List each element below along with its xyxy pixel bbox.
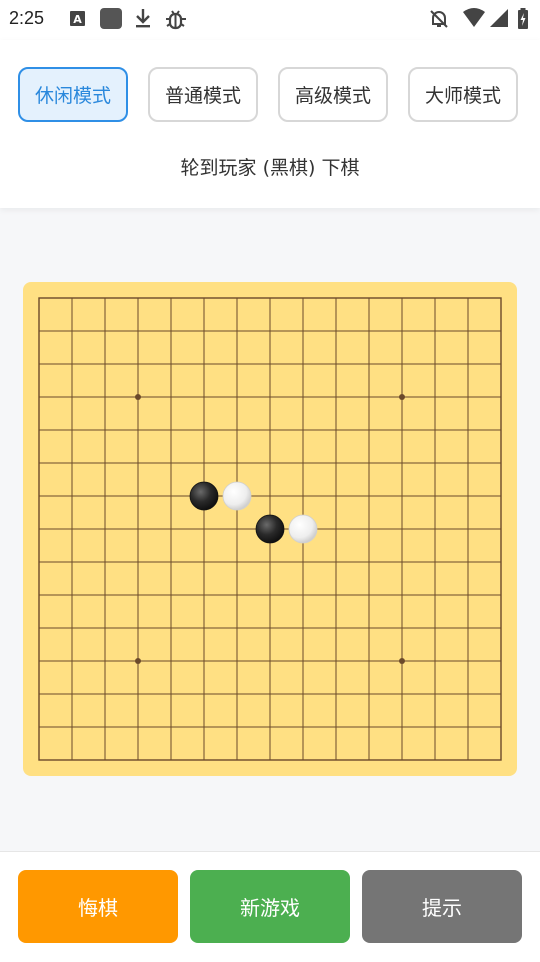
hint-button-label: 提示 (422, 896, 462, 920)
go-board[interactable] (23, 282, 517, 776)
black-stone (255, 514, 285, 544)
battery-icon (517, 8, 529, 34)
svg-text:A: A (73, 13, 82, 26)
new-game-button[interactable]: 新游戏 (190, 870, 350, 943)
white-stone (288, 514, 318, 544)
mode-button-normal[interactable]: 普通模式 (148, 67, 258, 122)
app-square-icon (99, 8, 123, 34)
bell-off-icon (428, 8, 450, 34)
undo-button[interactable]: 悔棋 (18, 870, 178, 943)
star-point (399, 394, 405, 400)
turn-indicator: 轮到玩家 (黑棋) 下棋 (180, 157, 360, 179)
mode-button-label: 普通模式 (164, 85, 241, 107)
text-a-icon: A (70, 8, 86, 32)
board-canvas[interactable] (23, 282, 517, 776)
action-bar: 悔棋 新游戏 提示 (0, 851, 540, 962)
signal-icon (489, 8, 509, 32)
star-point (399, 658, 405, 664)
mode-button-master[interactable]: 大师模式 (408, 67, 518, 122)
download-icon (134, 8, 152, 34)
star-point (135, 658, 141, 664)
status-bar: 2:25 A (0, 0, 540, 40)
mode-button-label: 休闲模式 (34, 85, 111, 107)
hint-button[interactable]: 提示 (362, 870, 522, 943)
mode-button-advanced[interactable]: 高级模式 (278, 67, 388, 122)
wifi-icon (462, 8, 486, 32)
black-stone (189, 481, 219, 511)
status-time: 2:25 (9, 8, 45, 28)
mode-panel: 休闲模式 普通模式 高级模式 大师模式 轮到玩家 (黑棋) 下棋 (0, 40, 540, 208)
mode-button-label: 大师模式 (424, 85, 501, 107)
white-stone (222, 481, 252, 511)
mode-button-casual[interactable]: 休闲模式 (18, 67, 128, 122)
bug-icon (164, 8, 188, 36)
new-game-button-label: 新游戏 (240, 896, 300, 920)
undo-button-label: 悔棋 (78, 896, 118, 920)
star-point (135, 394, 141, 400)
mode-button-label: 高级模式 (294, 85, 371, 107)
